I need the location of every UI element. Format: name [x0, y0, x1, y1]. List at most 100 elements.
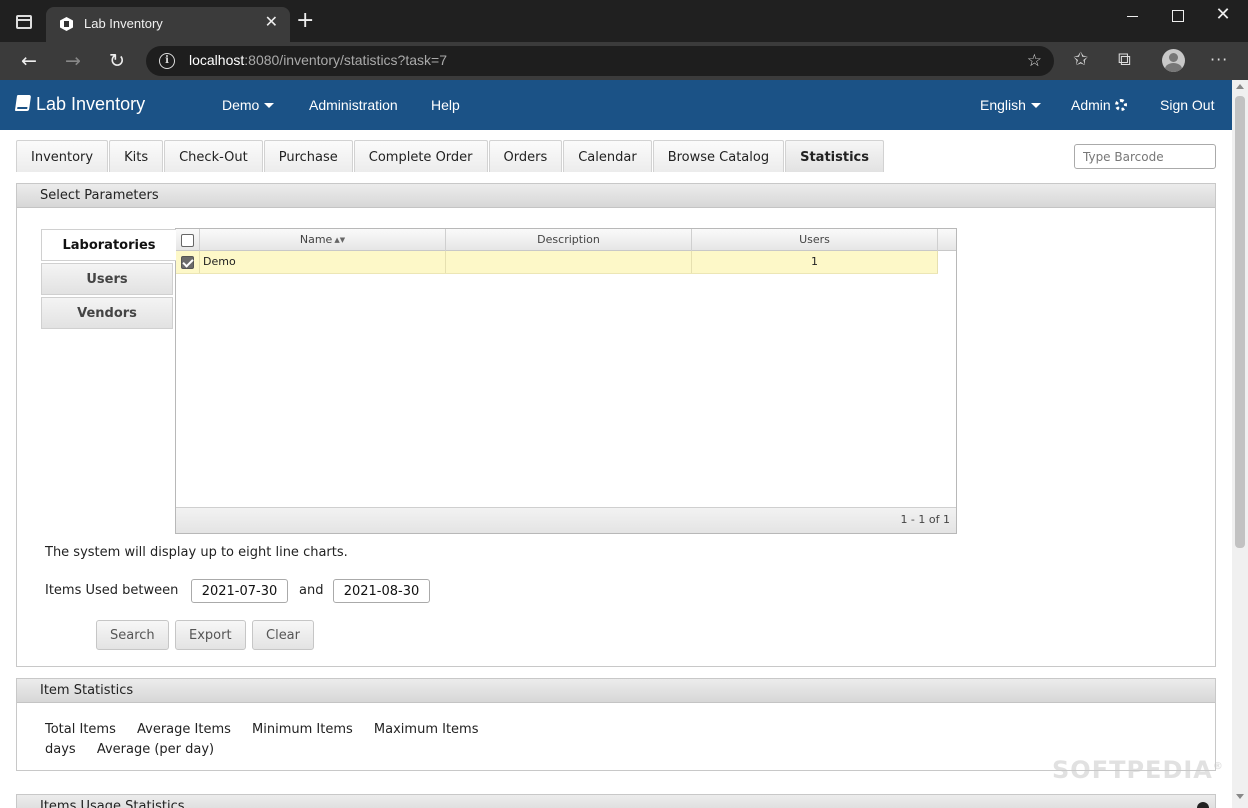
pager-info: 1 - 1 of 1 — [900, 513, 950, 526]
stat-maximum-items: Maximum Items — [373, 722, 479, 737]
admin-menu[interactable]: Admin — [1071, 97, 1127, 113]
forward-arrow-icon[interactable]: → — [59, 48, 87, 74]
demo-menu-label: Demo — [222, 97, 260, 113]
back-arrow-icon[interactable]: ← — [15, 48, 43, 74]
stat-total-items: Total Items — [45, 722, 116, 737]
panel-title: Item Statistics — [17, 679, 1215, 703]
export-button[interactable]: Export — [175, 620, 246, 650]
main-tabs: Inventory Kits Check-Out Purchase Comple… — [16, 140, 885, 172]
scroll-up-icon[interactable] — [1236, 84, 1244, 89]
row-name: Demo — [200, 251, 446, 273]
admin-label: Admin — [1071, 97, 1111, 113]
sign-out-link[interactable]: Sign Out — [1160, 97, 1214, 113]
select-all-checkbox[interactable] — [181, 233, 194, 247]
brand[interactable]: Lab Inventory — [14, 94, 146, 115]
stat-days: days — [45, 742, 76, 757]
stats-subheader-row: days Average (per day) — [45, 742, 231, 757]
stat-average-per-day: Average (per day) — [96, 742, 215, 757]
barcode-input[interactable] — [1074, 144, 1216, 169]
chart-limit-note: The system will display up to eight line… — [45, 545, 348, 560]
tab-actions-icon[interactable] — [16, 15, 32, 29]
column-header-description[interactable]: Description — [446, 229, 692, 251]
stats-header-row: Total Items Average Items Minimum Items … — [45, 722, 495, 737]
panel-title: Items Usage Statistics — [17, 795, 1215, 808]
browser-titlebar: Lab Inventory ✕ + ✕ — [0, 0, 1248, 42]
column-header-name[interactable]: Name ▲▼ — [200, 229, 446, 251]
minimize-icon[interactable] — [1118, 6, 1148, 26]
clear-button[interactable]: Clear — [252, 620, 314, 650]
maximize-icon[interactable] — [1163, 6, 1193, 26]
select-parameters-panel: Select Parameters Laboratories Users Ven… — [16, 183, 1216, 667]
tab-check-out[interactable]: Check-Out — [164, 140, 263, 172]
administration-menu[interactable]: Administration — [309, 97, 398, 113]
app-header: Lab Inventory Demo Administration Help E… — [0, 80, 1232, 130]
tab-purchase[interactable]: Purchase — [263, 140, 353, 172]
add-favorite-icon[interactable]: ☆ — [1027, 51, 1042, 71]
demo-menu[interactable]: Demo — [222, 97, 275, 113]
browser-tab[interactable]: Lab Inventory ✕ — [46, 7, 290, 42]
row-description — [446, 251, 692, 273]
item-statistics-panel: Item Statistics Total Items Average Item… — [16, 678, 1216, 771]
softpedia-watermark: SOFTPEDIA® — [1052, 756, 1224, 784]
column-name-label: Name — [299, 233, 333, 246]
row-users: 1 — [692, 251, 938, 273]
grid-header: Name ▲▼ Description Users — [176, 229, 956, 251]
tab-calendar[interactable]: Calendar — [563, 140, 652, 172]
reload-icon[interactable]: ↻ — [103, 48, 131, 74]
language-menu[interactable]: English — [980, 97, 1041, 113]
tab-browse-catalog[interactable]: Browse Catalog — [652, 140, 785, 172]
scroll-down-icon[interactable] — [1236, 794, 1244, 799]
table-row[interactable]: Demo 1 — [176, 251, 938, 274]
help-menu[interactable]: Help — [431, 97, 460, 113]
tab-orders[interactable]: Orders — [488, 140, 563, 172]
collapse-icon[interactable] — [1197, 802, 1209, 808]
language-label: English — [980, 97, 1026, 113]
date-from-input[interactable] — [191, 579, 288, 603]
address-bar[interactable]: i localhost:8080/inventory/statistics?ta… — [146, 46, 1054, 76]
side-tab-laboratories[interactable]: Laboratories — [41, 229, 176, 261]
url-text[interactable]: localhost:8080/inventory/statistics?task… — [189, 52, 447, 68]
laboratories-grid: Name ▲▼ Description Users Demo 1 1 - 1 of… — [175, 228, 957, 534]
grid-footer: 1 - 1 of 1 — [176, 507, 956, 533]
url-host: localhost — [189, 52, 245, 68]
new-tab-icon[interactable]: + — [296, 10, 314, 32]
date-to-input[interactable] — [333, 579, 430, 603]
items-usage-statistics-panel: Items Usage Statistics — [16, 794, 1216, 808]
row-checkbox[interactable] — [181, 255, 194, 269]
caret-down-icon — [264, 103, 275, 108]
panel-title: Select Parameters — [17, 184, 1215, 208]
caret-down-icon — [1030, 103, 1041, 108]
column-header-users[interactable]: Users — [692, 229, 938, 251]
page-scrollbar[interactable] — [1232, 80, 1248, 808]
more-options-icon[interactable]: ··· — [1210, 50, 1228, 70]
gear-icon — [1114, 99, 1127, 111]
side-tab-users[interactable]: Users — [41, 263, 173, 295]
watermark-text: SOFTPEDIA — [1052, 756, 1213, 784]
parameter-side-tabs: Laboratories Users Vendors — [41, 229, 176, 331]
stat-minimum-items: Minimum Items — [252, 722, 353, 737]
collections-icon[interactable]: ⧉ — [1118, 50, 1131, 70]
tab-statistics[interactable]: Statistics — [785, 140, 884, 172]
stat-average-items: Average Items — [137, 722, 231, 737]
site-info-icon[interactable]: i — [159, 53, 175, 69]
brand-title: Lab Inventory — [36, 94, 146, 114]
tab-kits[interactable]: Kits — [109, 140, 164, 172]
browser-tab-title: Lab Inventory — [84, 16, 163, 31]
site-favicon-icon — [60, 17, 73, 31]
tab-inventory[interactable]: Inventory — [16, 140, 109, 172]
scrollbar-thumb[interactable] — [1235, 96, 1245, 548]
date-range-label: Items Used between — [45, 583, 179, 598]
and-label: and — [299, 583, 324, 598]
tab-complete-order[interactable]: Complete Order — [353, 140, 488, 172]
sort-icon: ▲▼ — [334, 236, 346, 244]
profile-avatar-icon[interactable] — [1162, 49, 1185, 72]
browser-toolbar: ← → ↻ i localhost:8080/inventory/statist… — [0, 42, 1248, 80]
url-path: :8080/inventory/statistics?task=7 — [244, 52, 447, 68]
close-window-icon[interactable]: ✕ — [1208, 6, 1238, 26]
close-tab-icon[interactable]: ✕ — [265, 14, 278, 30]
favorites-icon[interactable]: ✩ — [1073, 50, 1088, 70]
side-tab-vendors[interactable]: Vendors — [41, 297, 173, 329]
search-button[interactable]: Search — [96, 620, 169, 650]
select-all-cell — [176, 229, 200, 251]
row-checkbox-cell — [176, 251, 200, 273]
